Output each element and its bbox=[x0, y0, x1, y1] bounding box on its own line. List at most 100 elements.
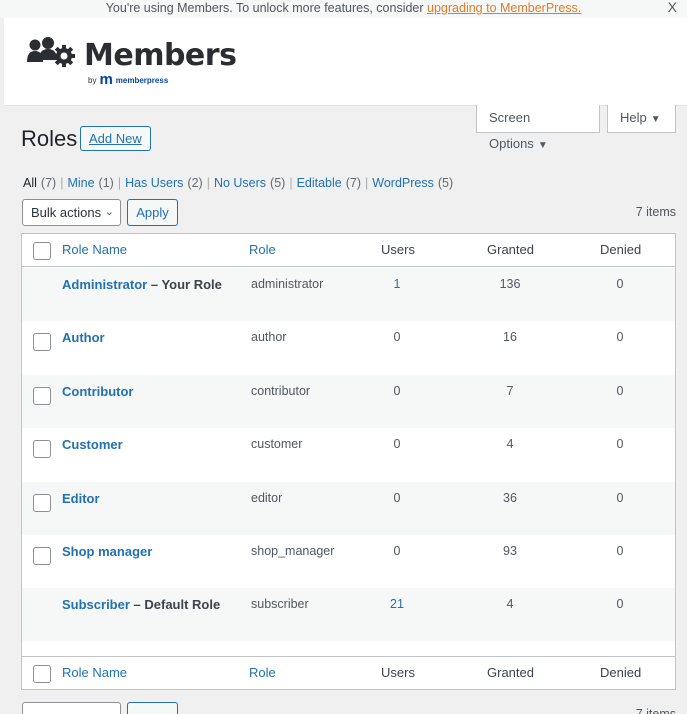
select-all-checkbox-footer[interactable] bbox=[33, 665, 51, 683]
role-name-label: Customer bbox=[62, 437, 123, 453]
items-count: 7 items bbox=[635, 205, 676, 219]
column-role-name[interactable]: Role Name bbox=[62, 242, 127, 257]
members-brand-header: Members by m memberpress bbox=[4, 18, 687, 106]
table-row: Subscriber – Default Role subscriber 21 4 0 bbox=[22, 588, 675, 642]
footer-column-role[interactable]: Role bbox=[249, 665, 276, 680]
denied-count: 0 bbox=[616, 597, 624, 612]
role-state-label: – Default Role bbox=[129, 597, 221, 613]
members-logo-icon bbox=[27, 37, 75, 67]
views-separator: | bbox=[60, 176, 64, 190]
view-count: (5) bbox=[270, 176, 286, 190]
view-filter-editable[interactable]: Editable bbox=[297, 176, 342, 190]
view-filter-wordpress[interactable]: WordPress bbox=[372, 176, 434, 190]
help-button[interactable]: Help ▼ bbox=[607, 105, 676, 133]
view-count: (5) bbox=[437, 176, 454, 190]
denied-count: 0 bbox=[616, 277, 624, 291]
role-slug: subscriber bbox=[251, 597, 309, 612]
role-name-label: Administrator bbox=[62, 277, 148, 292]
role-name-link[interactable]: Editor bbox=[62, 491, 100, 506]
caret-down-icon: ▼ bbox=[650, 114, 661, 125]
table-row: Author author 0 16 0 bbox=[22, 321, 675, 374]
granted-count: 93 bbox=[503, 544, 517, 558]
role-slug: customer bbox=[251, 437, 303, 452]
row-checkbox[interactable] bbox=[33, 493, 51, 512]
column-denied: Denied bbox=[600, 242, 642, 257]
view-filter-mine[interactable]: Mine bbox=[67, 176, 94, 190]
table-header: Role Name Role Users Granted Denied bbox=[22, 234, 675, 267]
bulk-actions-label: Bulk actions bbox=[31, 205, 102, 220]
role-name-link[interactable]: Shop manager bbox=[62, 544, 152, 559]
bulk-actions-select[interactable]: Bulk actions ⌄ bbox=[22, 199, 121, 226]
role-name-link[interactable]: Customer bbox=[62, 437, 123, 452]
help-label: Help bbox=[620, 110, 647, 125]
users-count-link[interactable]: 1 bbox=[377, 277, 417, 291]
role-name-label: Shop manager bbox=[62, 544, 153, 559]
bottom-items-count: 7 items bbox=[635, 707, 676, 714]
granted-count: 136 bbox=[499, 277, 521, 291]
footer-column-role-name[interactable]: Role Name bbox=[62, 665, 127, 680]
role-slug: administrator bbox=[251, 277, 324, 291]
footer-column-granted: Granted bbox=[487, 665, 534, 680]
apply-button[interactable]: Apply bbox=[127, 199, 178, 226]
role-name-label: Author bbox=[62, 330, 105, 346]
users-count: 0 bbox=[393, 544, 401, 558]
granted-count: 16 bbox=[503, 330, 517, 345]
screen-options-button[interactable]: Screen Options ▼ bbox=[476, 105, 600, 151]
role-name-link[interactable]: Author bbox=[62, 330, 105, 345]
add-new-button[interactable]: Add New bbox=[80, 126, 151, 151]
table-row: Customer customer 0 4 0 bbox=[22, 428, 675, 481]
table-row: Contributor contributor 0 7 0 bbox=[22, 374, 675, 428]
view-count: (7) bbox=[40, 176, 57, 190]
role-views-filter: All (7) | Mine (1) | Has Users (2) | No Users (5) |… bbox=[23, 176, 453, 190]
views-separator: | bbox=[289, 176, 293, 190]
role-name-label: Editor bbox=[62, 490, 100, 506]
by-label: by bbox=[88, 75, 97, 85]
views-separator: | bbox=[365, 176, 369, 190]
denied-count: 0 bbox=[616, 330, 624, 345]
screen-options-label: Screen Options bbox=[489, 110, 534, 151]
view-filter-has-users[interactable]: Has Users bbox=[125, 176, 183, 190]
denied-count: 0 bbox=[616, 490, 624, 505]
memberpress-label: memberpress bbox=[115, 75, 169, 85]
row-checkbox[interactable] bbox=[33, 440, 51, 459]
granted-count: 7 bbox=[506, 383, 514, 398]
view-filter-all[interactable]: All bbox=[23, 176, 37, 190]
denied-count: 0 bbox=[616, 544, 624, 558]
bottom-apply-button[interactable] bbox=[127, 702, 178, 714]
role-name-link[interactable]: Administrator – Your Role bbox=[62, 277, 222, 292]
chevron-down-icon: ⌄ bbox=[104, 206, 114, 218]
close-notice-icon[interactable]: X bbox=[668, 0, 677, 15]
column-users: Users bbox=[381, 242, 415, 257]
column-role[interactable]: Role bbox=[249, 242, 276, 257]
memberpress-byline: by m memberpress bbox=[88, 72, 169, 87]
users-count: 0 bbox=[393, 383, 401, 398]
footer-column-denied: Denied bbox=[600, 665, 642, 680]
views-separator: | bbox=[206, 176, 210, 190]
row-checkbox[interactable] bbox=[33, 547, 51, 565]
caret-down-icon: ▼ bbox=[537, 140, 548, 151]
select-all-checkbox[interactable] bbox=[33, 242, 51, 260]
role-name-link[interactable]: Subscriber – Default Role bbox=[62, 597, 220, 612]
role-name-link[interactable]: Contributor bbox=[62, 384, 133, 399]
table-footer: Role Name Role Users Granted Denied bbox=[22, 656, 675, 689]
table-row: Shop manager shop_manager 0 93 0 bbox=[22, 535, 675, 588]
table-row: Editor editor 0 36 0 bbox=[22, 481, 675, 535]
users-count: 0 bbox=[393, 330, 401, 345]
view-filter-no-users[interactable]: No Users bbox=[214, 176, 266, 190]
row-checkbox[interactable] bbox=[33, 333, 51, 352]
column-granted: Granted bbox=[487, 242, 534, 257]
table-row: Administrator – Your Role administrator 1 1… bbox=[22, 268, 675, 321]
role-slug: shop_manager bbox=[251, 544, 335, 558]
granted-count: 4 bbox=[506, 437, 514, 452]
bottom-bulk-actions-select[interactable] bbox=[22, 702, 121, 714]
users-count-link[interactable]: 21 bbox=[377, 597, 417, 611]
granted-count: 4 bbox=[506, 597, 514, 612]
row-checkbox[interactable] bbox=[33, 386, 51, 405]
users-count: 0 bbox=[393, 437, 401, 452]
role-state-label: – Your Role bbox=[147, 277, 222, 292]
upgrade-link[interactable]: upgrading to MemberPress. bbox=[427, 1, 581, 15]
role-name-label: Subscriber bbox=[62, 597, 130, 613]
denied-count: 0 bbox=[616, 383, 624, 398]
denied-count: 0 bbox=[616, 437, 624, 452]
role-name-label: Contributor bbox=[62, 383, 134, 399]
